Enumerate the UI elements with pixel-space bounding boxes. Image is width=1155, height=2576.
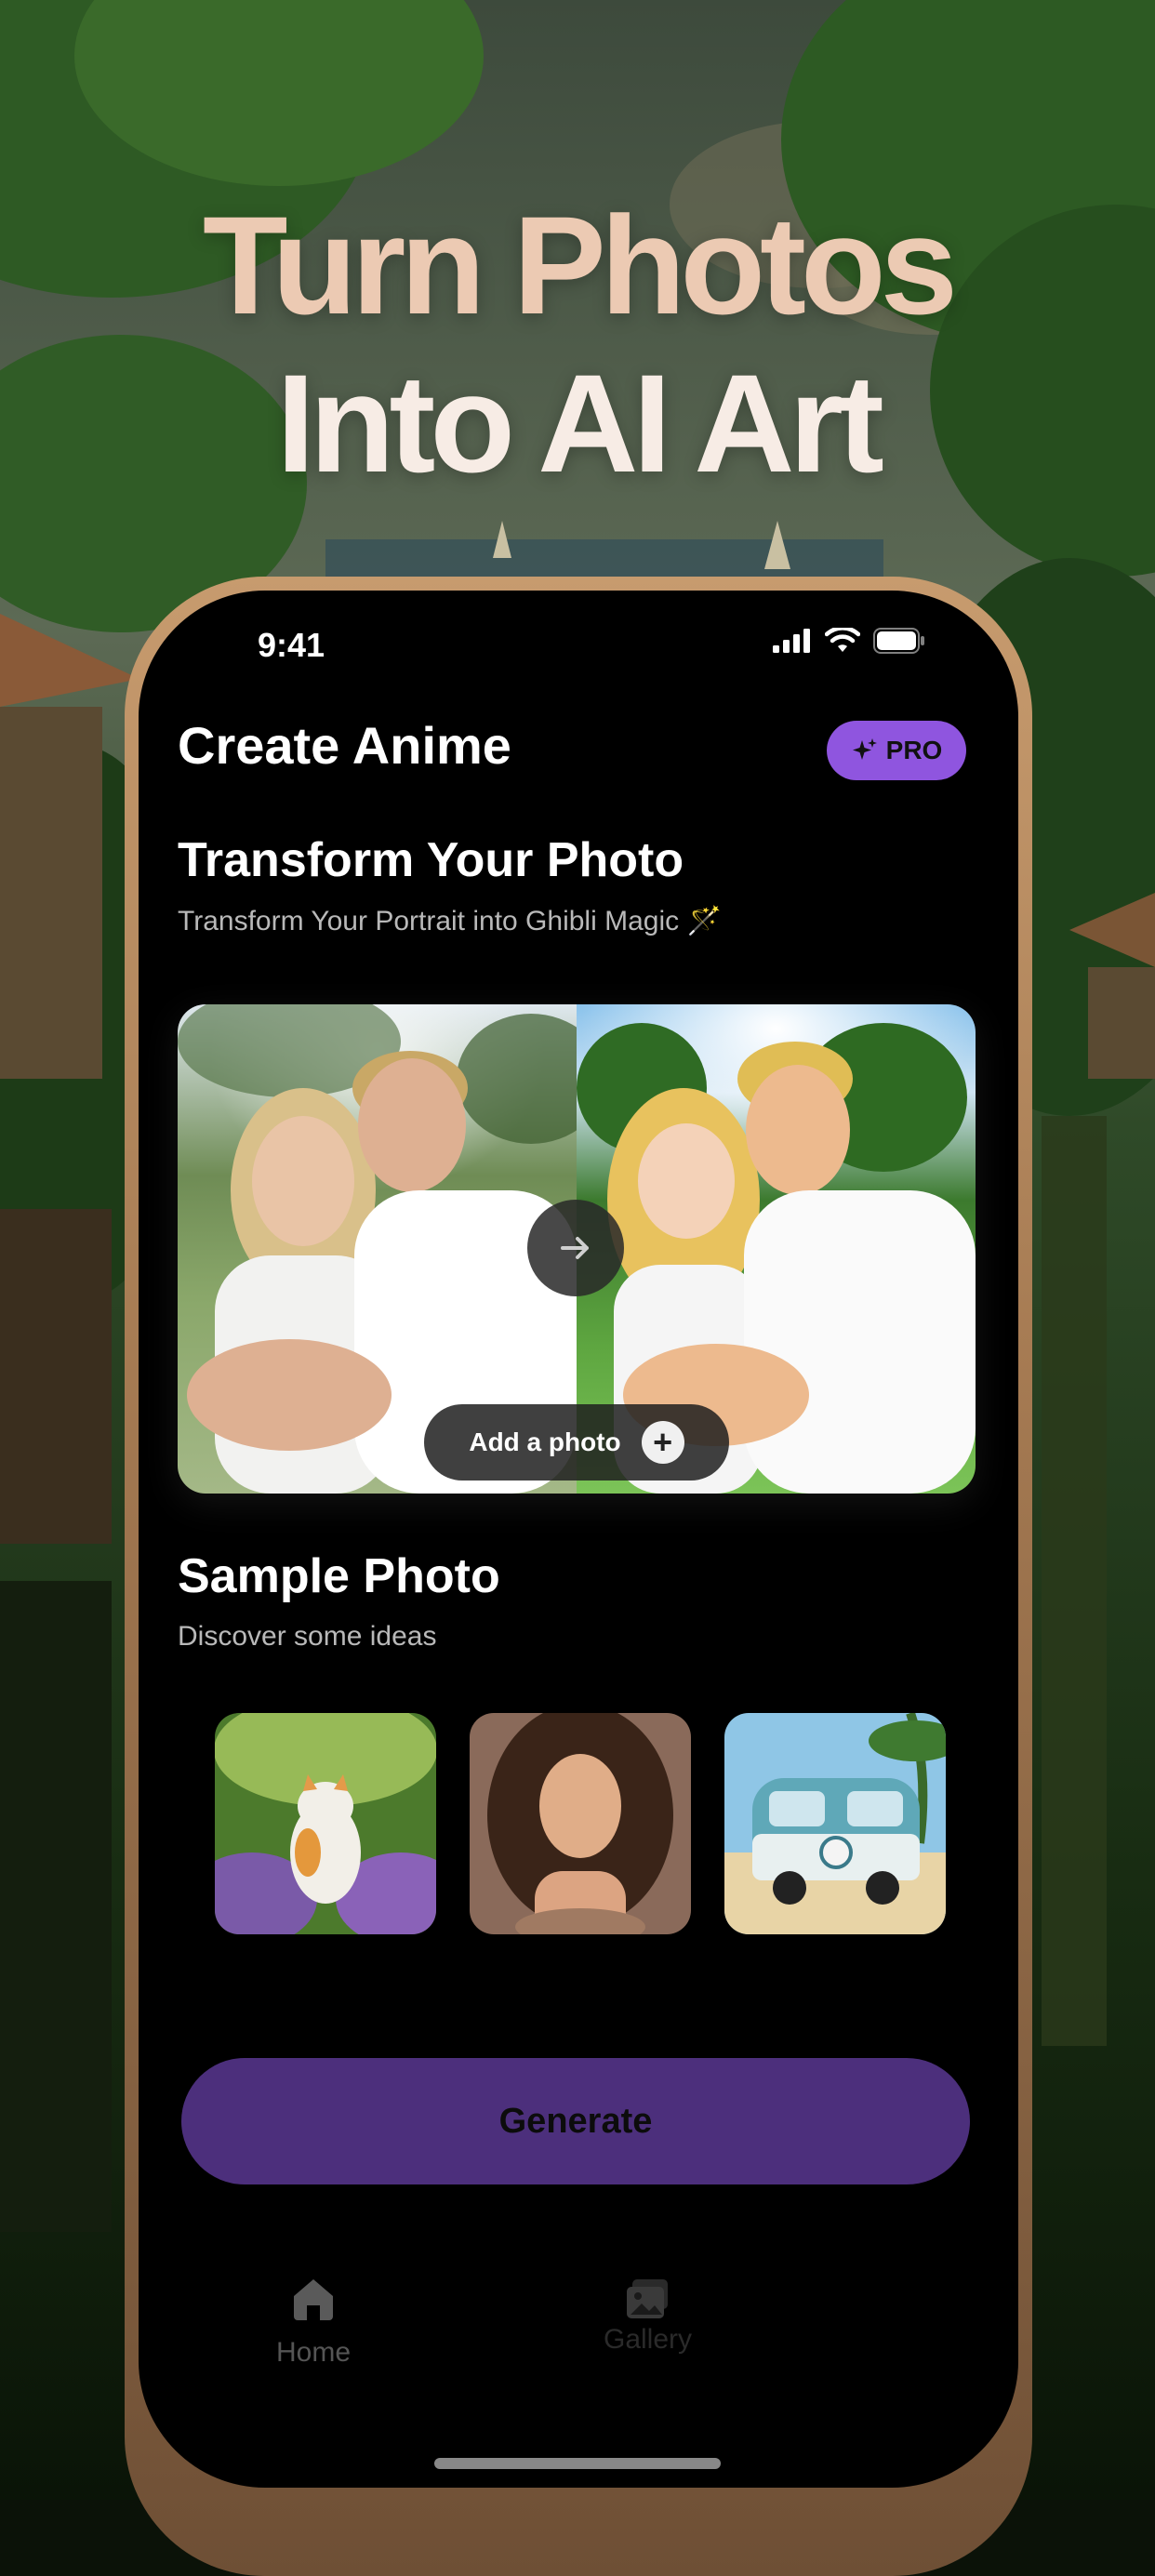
sparkle-icon [852, 738, 877, 760]
cat-garden-image [215, 1713, 436, 1934]
headline-line-1: Turn Photos [202, 187, 958, 343]
wifi-icon [825, 628, 860, 652]
generate-button[interactable]: Generate [181, 2058, 970, 2184]
sample-title: Sample Photo [178, 1549, 500, 1603]
woman-portrait-image [470, 1713, 691, 1934]
sample-blue-camper-van[interactable] [724, 1713, 946, 1934]
transform-title: Transform Your Photo [178, 833, 684, 887]
page-title: Create Anime [178, 716, 511, 775]
phone-screen: 9:41 Create Anime PRO Transform Your Pho… [139, 591, 1018, 2488]
camper-van-image [724, 1713, 946, 1934]
status-time: 9:41 [258, 626, 325, 664]
gallery-icon [626, 2279, 668, 2318]
pro-label: PRO [885, 736, 943, 764]
before-after-preview[interactable]: Add a photo + [178, 1004, 976, 1494]
transform-subtitle: Transform Your Portrait into Ghibli Magi… [178, 906, 722, 936]
home-indicator[interactable] [434, 2458, 721, 2469]
sample-cat-in-garden[interactable] [215, 1713, 436, 1934]
sample-list [215, 1713, 946, 1934]
add-photo-label: Add a photo [469, 1427, 621, 1456]
compare-slider-handle[interactable] [527, 1200, 624, 1296]
headline: Turn Photos Into AI Art [0, 186, 1155, 502]
home-icon [294, 2279, 334, 2320]
add-photo-button[interactable]: Add a photo + [424, 1404, 729, 1481]
pro-button[interactable]: PRO [827, 721, 966, 780]
signal-icon [773, 629, 810, 653]
status-icons [773, 628, 925, 654]
battery-icon [873, 628, 924, 654]
sample-subtitle: Discover some ideas [178, 1621, 437, 1652]
arrow-right-icon [561, 1237, 589, 1259]
plus-icon: + [641, 1421, 684, 1464]
tab-gallery[interactable]: Gallery [604, 2274, 692, 2356]
headline-line-2: Into AI Art [276, 345, 884, 501]
sample-curly-hair-woman[interactable] [470, 1713, 691, 1934]
tab-home[interactable]: Home [276, 2274, 351, 2369]
tab-gallery-label: Gallery [604, 2324, 693, 2355]
tab-bar: Home Gallery [139, 2274, 1018, 2423]
tab-home-label: Home [276, 2337, 352, 2368]
